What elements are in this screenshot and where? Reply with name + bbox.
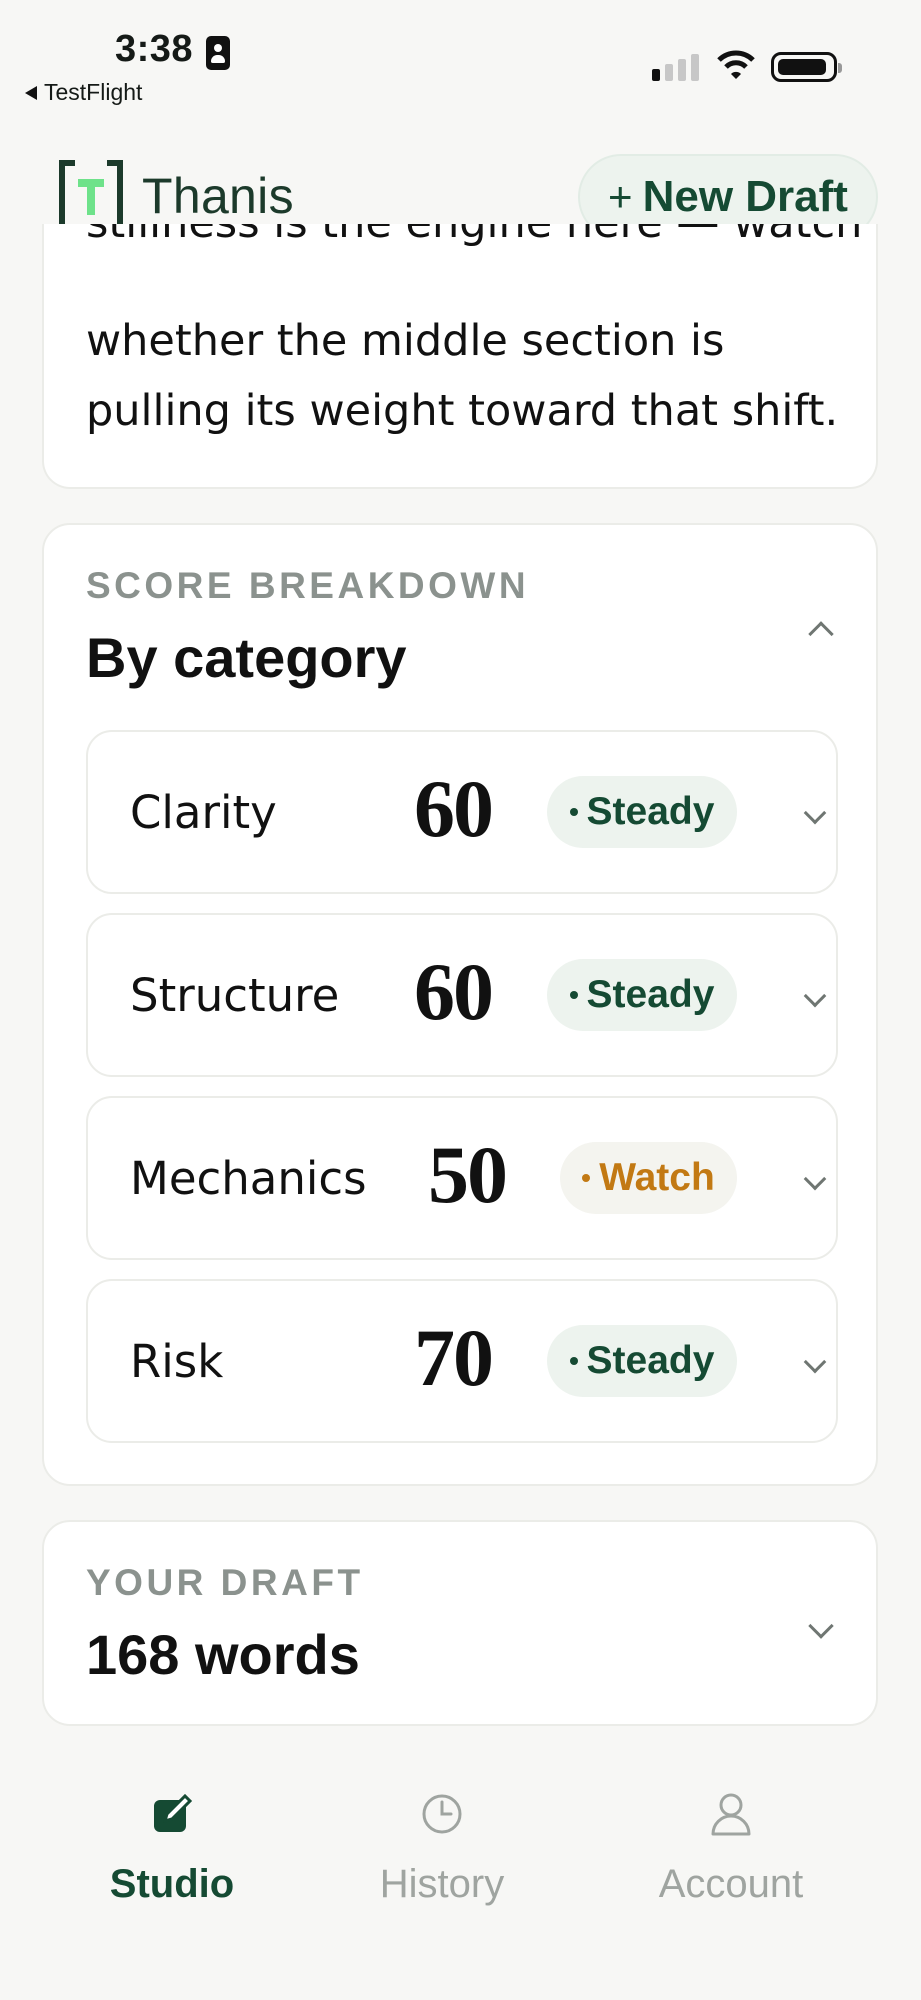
category-score: 60 xyxy=(414,763,494,854)
id-badge-icon xyxy=(206,36,230,70)
tab-label: Account xyxy=(658,1862,804,1906)
expand-chevron-icon[interactable] xyxy=(803,984,827,1008)
expand-chevron-icon[interactable] xyxy=(803,801,827,825)
back-app-label: TestFlight xyxy=(44,79,143,105)
clock-icon xyxy=(422,1794,462,1834)
category-score: 60 xyxy=(414,946,494,1037)
pen-square-icon xyxy=(154,1793,193,1832)
expand-chevron-icon[interactable] xyxy=(803,1350,827,1374)
draft-word-count: 168 words xyxy=(86,1623,360,1686)
analysis-line: whether the middle section is xyxy=(86,316,725,366)
category-score: 70 xyxy=(414,1312,494,1403)
score-breakdown-kicker: SCORE BREAKDOWN xyxy=(86,565,530,606)
thanis-logo-icon xyxy=(59,160,123,232)
score-breakdown-card: SCORE BREAKDOWN By category Clarity 60 S… xyxy=(42,523,878,1486)
category-name: Risk xyxy=(130,1335,224,1388)
analysis-card: stillness is the engine here — watch whe… xyxy=(42,224,878,489)
category-name: Structure xyxy=(130,969,340,1022)
back-to-testflight[interactable]: TestFlight xyxy=(25,79,142,106)
expand-chevron-icon[interactable] xyxy=(808,1613,834,1639)
category-row-structure[interactable]: Structure 60 Steady xyxy=(86,913,838,1077)
analysis-line: stillness is the engine here — watch xyxy=(86,224,862,248)
status-badge: Steady xyxy=(547,776,737,848)
tab-label: History xyxy=(379,1862,505,1906)
back-arrow-icon xyxy=(25,85,37,100)
analysis-line: pulling its weight toward that shift. xyxy=(86,386,839,436)
battery-icon xyxy=(771,52,842,82)
score-breakdown-title: By category xyxy=(86,626,407,689)
draft-kicker: YOUR DRAFT xyxy=(86,1562,364,1603)
tab-label: Studio xyxy=(109,1862,235,1906)
status-badge: Watch xyxy=(560,1142,737,1214)
status-time: 3:38 xyxy=(115,28,194,70)
expand-chevron-icon[interactable] xyxy=(803,1167,827,1191)
new-draft-label: New Draft xyxy=(642,172,848,221)
category-row-risk[interactable]: Risk 70 Steady xyxy=(86,1279,838,1443)
category-name: Mechanics xyxy=(130,1152,367,1205)
status-badge: Steady xyxy=(547,959,737,1031)
app-screen: 3:38 TestFlight Thanis + New Draft still… xyxy=(0,0,921,2000)
status-badge: Steady xyxy=(547,1325,737,1397)
category-row-mechanics[interactable]: Mechanics 50 Watch xyxy=(86,1096,838,1260)
cellular-signal-icon xyxy=(652,51,702,81)
draft-card[interactable]: YOUR DRAFT 168 words xyxy=(42,1520,878,1726)
brand-name: Thanis xyxy=(142,168,294,224)
wifi-icon xyxy=(717,50,755,79)
category-row-clarity[interactable]: Clarity 60 Steady xyxy=(86,730,838,894)
plus-icon: + xyxy=(608,173,633,220)
category-score: 50 xyxy=(428,1129,508,1220)
person-icon xyxy=(711,1793,751,1836)
collapse-chevron-icon[interactable] xyxy=(808,621,834,647)
category-name: Clarity xyxy=(130,786,277,839)
